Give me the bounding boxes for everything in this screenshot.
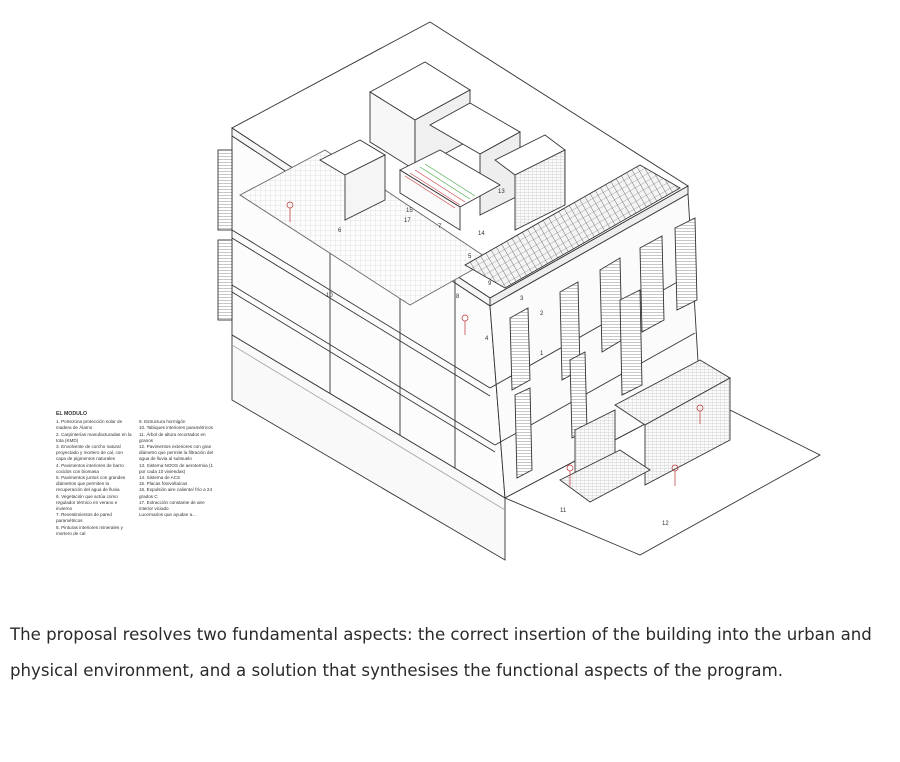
label-11: 11 (560, 508, 567, 514)
caption-paragraph: The proposal resolves two fundamental as… (10, 625, 872, 680)
legend: EL MÓDULO 1. Portezona protección solar … (56, 411, 216, 563)
legend-column-2: 9. Estructura hormigón 10. Tabiques inte… (139, 419, 216, 537)
legend-item: 1. Portezona protección solar de madera … (56, 419, 123, 431)
legend-item: 2. Carpinterías manufacturadas en la tot… (56, 431, 132, 443)
legend-item: 6. Vegetación que actúa como regulador t… (56, 493, 118, 512)
legend-item: 5. Pavimentos juntos con grandes diámetr… (56, 475, 126, 493)
label-14: 14 (478, 231, 485, 237)
legend-item: 16. Expulsión aire caliente/ frío a 24 g… (139, 487, 213, 499)
axonometric-drawing: 1 2 3 4 5 6 7 8 9 10 11 12 13 14 15 17 E… (0, 0, 900, 590)
legend-item: 4. Pavimentos interiores de barro cocido… (56, 462, 124, 474)
legend-item: 8. Pinturas interiores minerales y morte… (56, 524, 123, 536)
legend-title: EL MÓDULO (56, 411, 88, 417)
label-17: 17 (404, 218, 411, 224)
legend-column-1: 1. Portezona protección solar de madera … (56, 419, 133, 537)
legend-item: 3. Envolvente de corcho natural proyecta… (56, 444, 123, 462)
legend-item: 10. Tabiques interiores paramétricos (139, 425, 213, 431)
label-13: 13 (498, 189, 505, 195)
legend-item: 12. Pavimentos exteriores con gran diáme… (139, 444, 214, 462)
legend-item: Lucernarios que ayudan a... (139, 512, 196, 518)
label-12: 12 (662, 521, 669, 527)
legend-item: 17. Extracción constante de aire interio… (139, 499, 205, 512)
legend-item: 13. Sistema NOOS de aerotermia (1 por ca… (139, 462, 214, 474)
label-10: 10 (326, 293, 333, 299)
label-15: 15 (406, 208, 413, 214)
legend-item: 7. Revestimientos de pared paramétricos (56, 512, 112, 524)
legend-item: 11. Árbol de altura recortados en granos (139, 431, 206, 443)
